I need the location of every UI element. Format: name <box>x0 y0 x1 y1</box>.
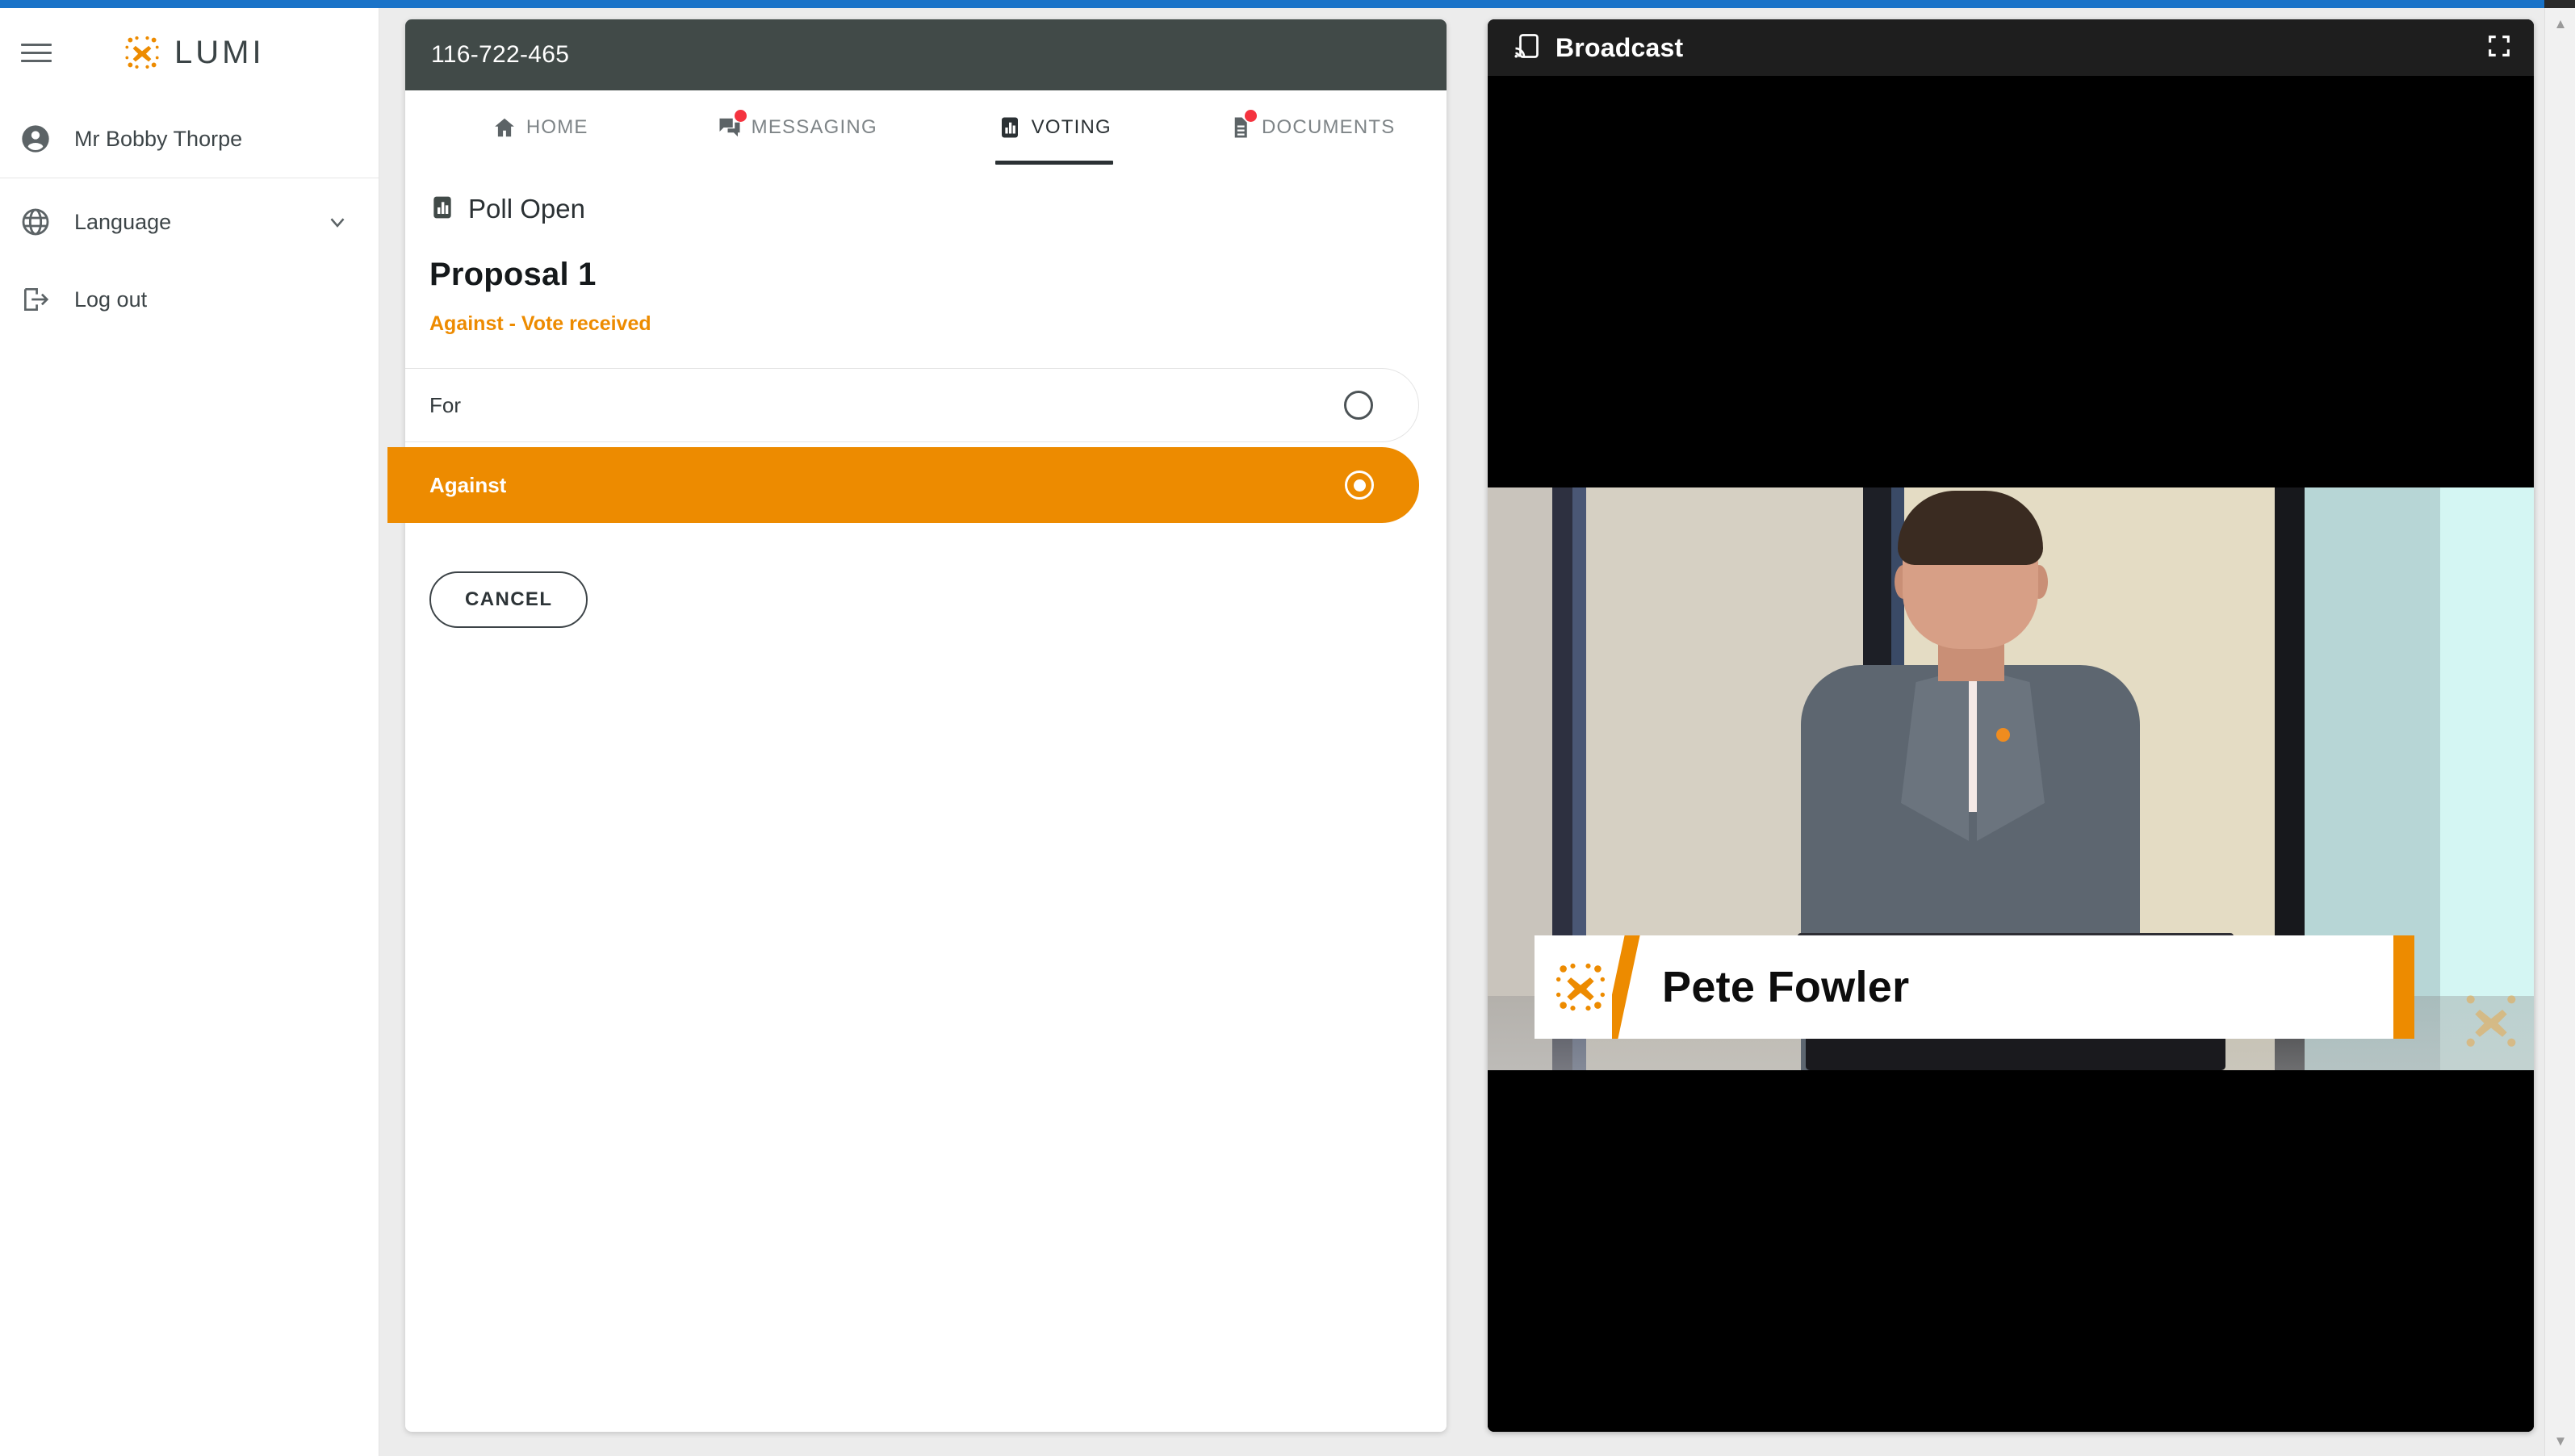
chevron-down-icon[interactable] <box>325 210 350 234</box>
tab-home[interactable]: HOME <box>412 90 669 165</box>
cast-icon <box>1512 31 1541 65</box>
bar-chart-icon <box>998 115 1022 140</box>
brand-name: LUMI <box>174 34 265 70</box>
actions-row: CANCEL <box>405 523 1447 628</box>
browser-accent-bar-end <box>2544 0 2575 8</box>
fullscreen-icon[interactable] <box>2485 32 2513 64</box>
broadcast-header: Broadcast <box>1488 19 2534 76</box>
sidebar-group: Language Log out <box>0 178 379 338</box>
hamburger-bar <box>21 51 52 54</box>
scrollbar-thumb[interactable] <box>2548 42 2573 1010</box>
voting-card: 116-722-465 HOME MESSAGING VOTING DOCUME… <box>387 19 1447 1432</box>
vote-receipt-status: Against - Vote received <box>429 312 651 335</box>
speaker-name: Pete Fowler <box>1662 963 1910 1011</box>
sidebar-item-logout[interactable]: Log out <box>0 261 379 338</box>
scrollbar-down-arrow-icon[interactable]: ▼ <box>2545 1425 2575 1456</box>
sidebar-user-name: Mr Bobby Thorpe <box>74 126 243 151</box>
tab-bar: HOME MESSAGING VOTING DOCUMENTS <box>405 90 1447 165</box>
sidebar-item-user[interactable]: Mr Bobby Thorpe <box>0 100 379 178</box>
hamburger-bar <box>21 59 52 62</box>
home-icon <box>492 115 517 140</box>
tab-label-home: HOME <box>525 116 588 138</box>
page-scrollbar[interactable]: ▲ ▼ <box>2544 8 2575 1456</box>
sidebar-item-label-language: Language <box>74 209 172 234</box>
sidebar: LUMI Mr Bobby Thorpe Language Log out <box>0 8 379 1456</box>
sidebar-item-language[interactable]: Language <box>0 183 379 261</box>
browser-accent-bar <box>0 0 2575 8</box>
hamburger-bar <box>21 43 52 46</box>
scrollbar-up-arrow-icon[interactable]: ▲ <box>2545 8 2575 39</box>
video-letterbox-bottom <box>1488 1070 2534 1432</box>
sidebar-header: LUMI <box>0 8 379 97</box>
speaker-name-banner: Pete Fowler <box>1535 935 2414 1039</box>
broadcast-video-area[interactable]: Pete Fowler <box>1488 76 2534 1432</box>
lumi-x-watermark-icon <box>2466 995 2516 1047</box>
brand-logo: LUMI <box>121 31 265 73</box>
tab-documents[interactable]: DOCUMENTS <box>1183 90 1441 165</box>
tab-active-underline <box>995 161 1114 165</box>
document-icon <box>1228 110 1258 140</box>
tab-label-messaging: MESSAGING <box>751 116 877 138</box>
tab-messaging[interactable]: MESSAGING <box>669 90 927 165</box>
speaker-hair <box>1898 491 2043 565</box>
logout-icon <box>18 282 53 317</box>
broadcast-panel: Broadcast Pete Fowler <box>1488 19 2534 1432</box>
poll-status-label: Poll Open <box>468 194 585 224</box>
badge-dot-messaging <box>734 110 747 122</box>
cancel-button[interactable]: CANCEL <box>429 571 588 628</box>
tab-label-documents: DOCUMENTS <box>1262 116 1396 138</box>
badge-dot-documents <box>1245 110 1258 122</box>
lumi-x-logo-icon <box>125 36 159 69</box>
banner-lumi-logo-icon <box>1535 935 1612 1039</box>
radio-selected-dot <box>1353 479 1366 492</box>
vote-option-for[interactable]: For <box>405 368 1419 442</box>
broadcast-title: Broadcast <box>1555 32 1684 62</box>
poll-status: Poll Open <box>405 165 1447 224</box>
vote-option-label-for: For <box>429 392 461 417</box>
sidebar-item-label-logout: Log out <box>74 287 148 312</box>
banner-end-bar <box>2393 935 2414 1039</box>
meeting-id: 116-722-465 <box>431 41 570 68</box>
vote-options-list: For Against <box>387 368 1447 523</box>
radio-button-for[interactable] <box>1344 391 1373 420</box>
account-circle-icon <box>18 121 53 157</box>
speaker-lapel-pin <box>1996 728 2010 742</box>
broadcast-header-left: Broadcast <box>1512 31 1683 65</box>
page-title: Proposal 1 <box>429 257 597 292</box>
message-icon <box>718 110 747 140</box>
tab-voting[interactable]: VOTING <box>926 90 1183 165</box>
radio-button-against[interactable] <box>1345 471 1374 500</box>
vote-option-label-against: Against <box>429 472 507 497</box>
vote-option-against[interactable]: Against <box>387 447 1419 523</box>
video-letterbox-top <box>1488 76 2534 487</box>
globe-icon <box>18 204 53 240</box>
banner-slash-divider <box>1612 935 1644 1039</box>
meeting-header: 116-722-465 <box>405 19 1447 90</box>
hamburger-menu-icon[interactable] <box>18 35 53 70</box>
tab-label-voting: VOTING <box>1031 116 1112 138</box>
bar-chart-icon <box>429 195 455 224</box>
